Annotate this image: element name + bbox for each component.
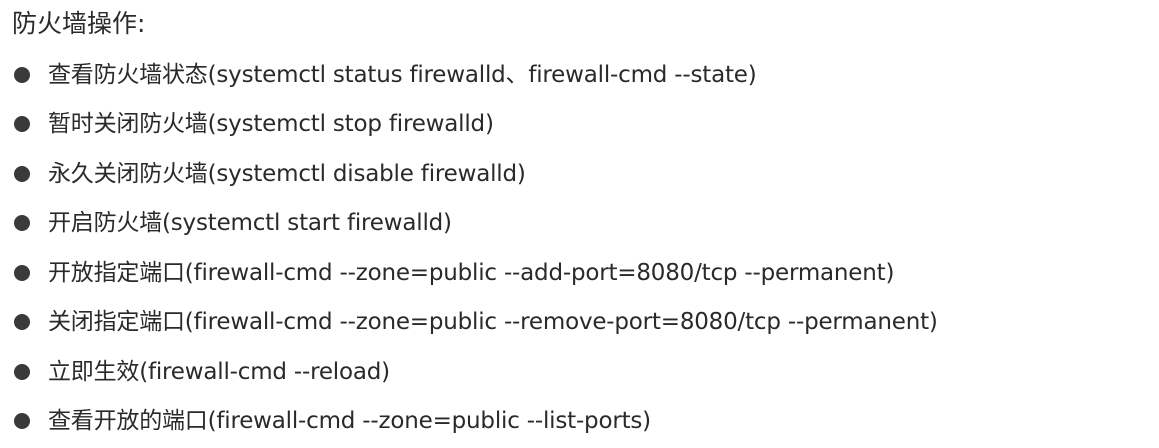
bullet-icon [14,363,30,380]
bullet-icon [14,215,30,232]
list-item-text: 立即生效(firewall-cmd --reload) [48,358,390,385]
bullet-icon [14,314,30,331]
list-item-text: 永久关闭防火墙(systemctl disable firewalld) [48,160,526,187]
bullet-icon [14,264,30,281]
section-heading: 防火墙操作: [12,9,146,38]
list-item-text: 关闭指定端口(firewall-cmd --zone=public --remo… [48,309,938,336]
list-item-text: 查看防火墙状态(systemctl status firewalld、firew… [48,61,757,88]
bullet-icon [14,413,30,430]
list-item-text: 开放指定端口(firewall-cmd --zone=public --add-… [48,259,895,286]
slide: 防火墙操作: 查看防火墙状态(systemctl status firewall… [0,0,1159,448]
list-item-text: 查看开放的端口(firewall-cmd --zone=public --lis… [48,408,651,435]
bullet-icon [14,165,30,182]
list-item-text: 暂时关闭防火墙(systemctl stop firewalld) [48,111,494,138]
bullet-icon [14,66,30,83]
list-item-text: 开启防火墙(systemctl start firewalld) [48,210,452,237]
bullet-icon [14,116,30,133]
